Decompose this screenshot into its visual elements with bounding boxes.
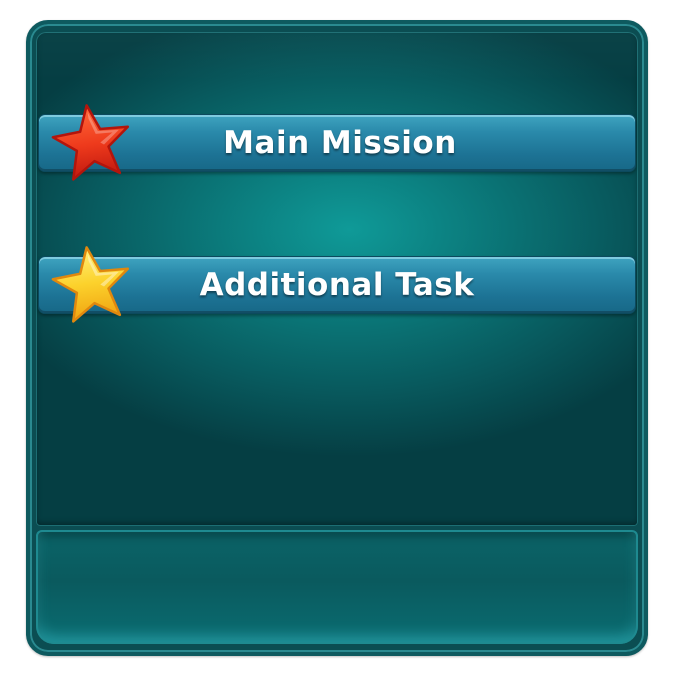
mission-panel: Main Mission Additional Task [26, 20, 648, 656]
mission-list-area: Main Mission Additional Task [36, 32, 638, 526]
red-star-icon [51, 104, 130, 181]
panel-footer-tray [36, 530, 638, 644]
yellow-star-icon [51, 246, 130, 323]
